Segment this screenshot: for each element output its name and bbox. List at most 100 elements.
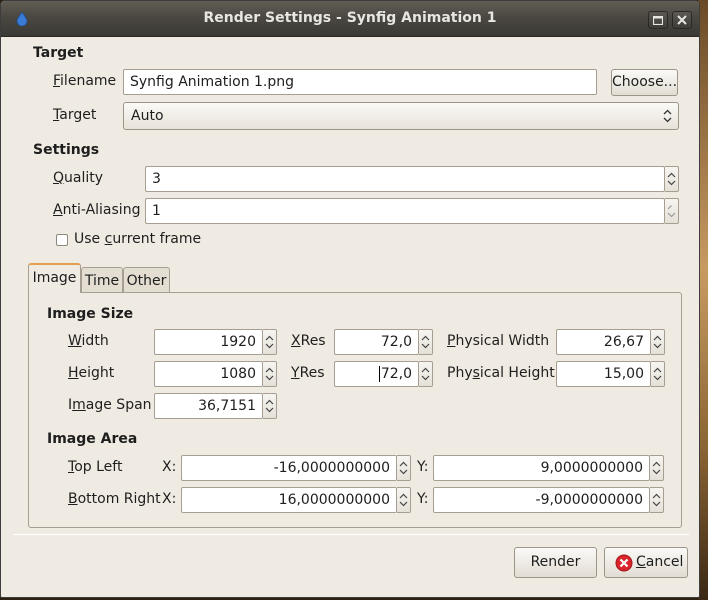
tab-time[interactable]: Time: [81, 267, 123, 295]
yres-label: YRes: [291, 365, 325, 381]
spin-arrows-icon: [421, 335, 430, 349]
height-input[interactable]: 1080: [154, 361, 263, 387]
settings-heading: Settings: [33, 142, 100, 158]
filename-label-rest: ilename: [60, 73, 117, 89]
physical-width-spinner[interactable]: [651, 329, 665, 355]
top-left-label-rest: op Left: [74, 459, 123, 475]
yres-label-mnemonic: Y: [291, 365, 300, 381]
bottom-right-y-input[interactable]: -9,0000000000: [433, 487, 650, 513]
bottom-right-y-spinner[interactable]: [650, 487, 664, 513]
yres-input[interactable]: 72,0: [334, 361, 419, 387]
physical-height-spinner[interactable]: [651, 361, 665, 387]
height-label-mnemonic: H: [68, 365, 79, 381]
height-label: Height: [68, 365, 114, 381]
width-label-rest: idth: [81, 333, 109, 349]
top-left-x-label: X:: [162, 459, 177, 475]
top-left-y-input[interactable]: 9,0000000000: [433, 455, 650, 481]
spin-arrows-icon: [667, 172, 676, 186]
height-label-rest: eight: [78, 365, 115, 381]
width-spinner[interactable]: [263, 329, 277, 355]
image-span-spinner[interactable]: [263, 393, 277, 419]
physical-height-input[interactable]: 15,00: [556, 361, 651, 387]
width-label-mnemonic: W: [68, 333, 82, 349]
window-title: Render Settings - Synfig Animation 1: [203, 10, 497, 26]
image-span-label-mnemonic: m: [72, 397, 86, 413]
top-left-y-spinner[interactable]: [650, 455, 664, 481]
tab-other[interactable]: Other: [123, 267, 170, 295]
physical-height-label-rest: ical Height: [479, 365, 555, 381]
xres-spinner[interactable]: [419, 329, 433, 355]
quality-input[interactable]: 3: [145, 166, 665, 192]
spin-arrows-icon: [653, 335, 662, 349]
anti-aliasing-label-mnemonic: A: [53, 202, 63, 218]
image-span-label: Image Span: [68, 397, 152, 413]
top-left-x-spinner[interactable]: [397, 455, 411, 481]
spin-arrows-icon: [265, 335, 274, 349]
quality-label-mnemonic: Q: [53, 170, 65, 186]
anti-aliasing-label-rest: nti-Aliasing: [62, 202, 141, 218]
choose-button[interactable]: Choose...: [611, 69, 678, 96]
anti-aliasing-input[interactable]: 1: [145, 198, 665, 224]
tab-image[interactable]: Image: [28, 263, 81, 293]
spin-arrows-icon: [399, 493, 408, 507]
anti-aliasing-label: Anti-Aliasing: [53, 202, 140, 218]
filename-label-mnemonic: F: [53, 73, 61, 89]
filename-label: Filename: [53, 73, 116, 89]
anti-aliasing-spinner[interactable]: [665, 198, 679, 224]
physical-height-label-mnemonic: s: [472, 365, 480, 381]
cancel-button[interactable]: Cancel: [604, 547, 688, 578]
spin-arrows-icon: [399, 461, 408, 475]
target-label: Target: [53, 107, 96, 123]
width-input[interactable]: 1920: [154, 329, 263, 355]
target-select-value: Auto: [131, 108, 164, 124]
image-size-heading: Image Size: [47, 306, 134, 322]
xres-label: XRes: [291, 333, 326, 349]
image-span-input[interactable]: 36,7151: [154, 393, 263, 419]
maximize-icon: [652, 15, 664, 26]
physical-height-label-a: Phy: [447, 365, 473, 381]
xres-input[interactable]: 72,0: [334, 329, 419, 355]
action-area-separator: [13, 534, 689, 535]
close-button[interactable]: [672, 11, 692, 29]
text-cursor: [378, 366, 380, 382]
quality-spinner[interactable]: [665, 166, 679, 192]
use-current-frame-checkbox[interactable]: [56, 234, 68, 246]
spin-arrows-icon: [265, 367, 274, 381]
target-label-rest: arget: [59, 107, 97, 123]
physical-width-input[interactable]: 26,67: [556, 329, 651, 355]
yres-input-value: 72,0: [380, 366, 412, 382]
cancel-label-mnemonic: C: [636, 554, 646, 570]
spin-arrows-icon: [421, 367, 430, 381]
top-left-x-input[interactable]: -16,0000000000: [181, 455, 397, 481]
bottom-right-y-label: Y:: [417, 491, 429, 507]
xres-label-mnemonic: X: [291, 333, 301, 349]
spin-arrows-icon: [667, 205, 676, 218]
spin-arrows-icon: [653, 367, 662, 381]
spin-arrows-icon: [265, 399, 274, 413]
bottom-right-label: Bottom Right: [68, 491, 161, 507]
use-current-frame-label[interactable]: Use current frame: [74, 231, 201, 247]
maximize-button[interactable]: [648, 11, 668, 29]
use-current-frame-label-rest: urrent frame: [112, 231, 202, 247]
spin-arrows-icon: [652, 461, 661, 475]
use-current-frame-label-a: Use: [74, 231, 105, 247]
bottom-right-label-mnemonic: B: [68, 491, 78, 507]
physical-height-label: Physical Height: [447, 365, 555, 381]
filename-input[interactable]: Synfig Animation 1.png: [123, 69, 597, 95]
render-settings-dialog: Render Settings - Synfig Animation 1 Tar…: [0, 0, 700, 598]
image-area-heading: Image Area: [47, 431, 138, 447]
title-bar[interactable]: Render Settings - Synfig Animation 1: [1, 1, 699, 37]
top-left-label: Top Left: [68, 459, 122, 475]
bottom-right-x-spinner[interactable]: [397, 487, 411, 513]
close-icon: [677, 15, 687, 25]
cancel-label-rest: ancel: [645, 554, 684, 570]
height-spinner[interactable]: [263, 361, 277, 387]
yres-label-rest: Res: [299, 365, 325, 381]
bottom-right-x-input[interactable]: 16,0000000000: [181, 487, 397, 513]
render-button[interactable]: Render: [514, 547, 597, 578]
spin-arrows-icon: [652, 493, 661, 507]
top-left-y-label: Y:: [417, 459, 429, 475]
yres-spinner[interactable]: [419, 361, 433, 387]
xres-label-rest: Res: [300, 333, 326, 349]
target-select[interactable]: Auto: [123, 102, 679, 130]
